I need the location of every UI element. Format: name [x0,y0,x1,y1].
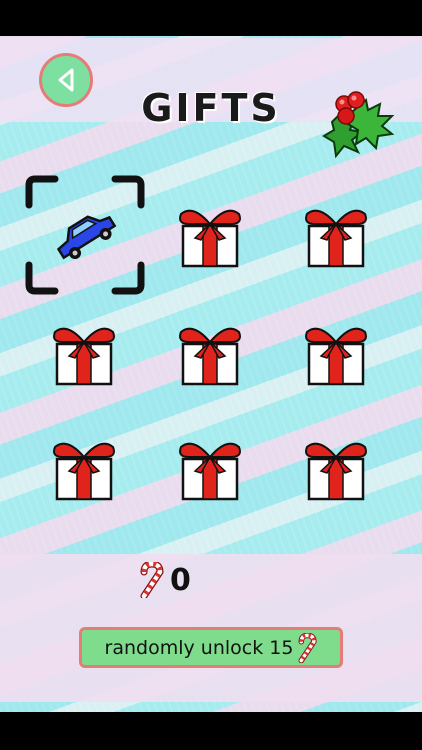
gift-box-icon [179,327,241,386]
gift-box-icon [179,209,241,268]
random-unlock-button[interactable]: randomly unlock 15 [79,627,343,668]
holly-icon [322,91,395,159]
blue-car-icon [56,215,117,260]
gift-tile-2[interactable] [150,180,270,290]
candy-cane-icon [140,562,164,598]
gift-tile-3[interactable] [276,180,396,290]
gift-box-icon [305,442,367,501]
gift-box-icon [305,209,367,268]
gift-tile-7[interactable] [24,413,144,523]
gift-tile-8[interactable] [150,413,270,523]
gift-tile-5[interactable] [150,298,270,408]
gift-tile-6[interactable] [276,298,396,408]
gift-box-icon [305,327,367,386]
random-unlock-label: randomly unlock 15 [104,636,294,659]
gift-box-icon [53,327,115,386]
candy-counter: 0 [136,562,191,598]
gift-tile-4[interactable] [24,298,144,408]
candy-count: 0 [170,562,191,598]
gift-tile-9[interactable] [276,413,396,523]
gift-box-icon [179,442,241,501]
candy-cane-icon [298,632,318,663]
gift-box-icon [53,442,115,501]
gift-tile-1[interactable] [25,175,145,295]
